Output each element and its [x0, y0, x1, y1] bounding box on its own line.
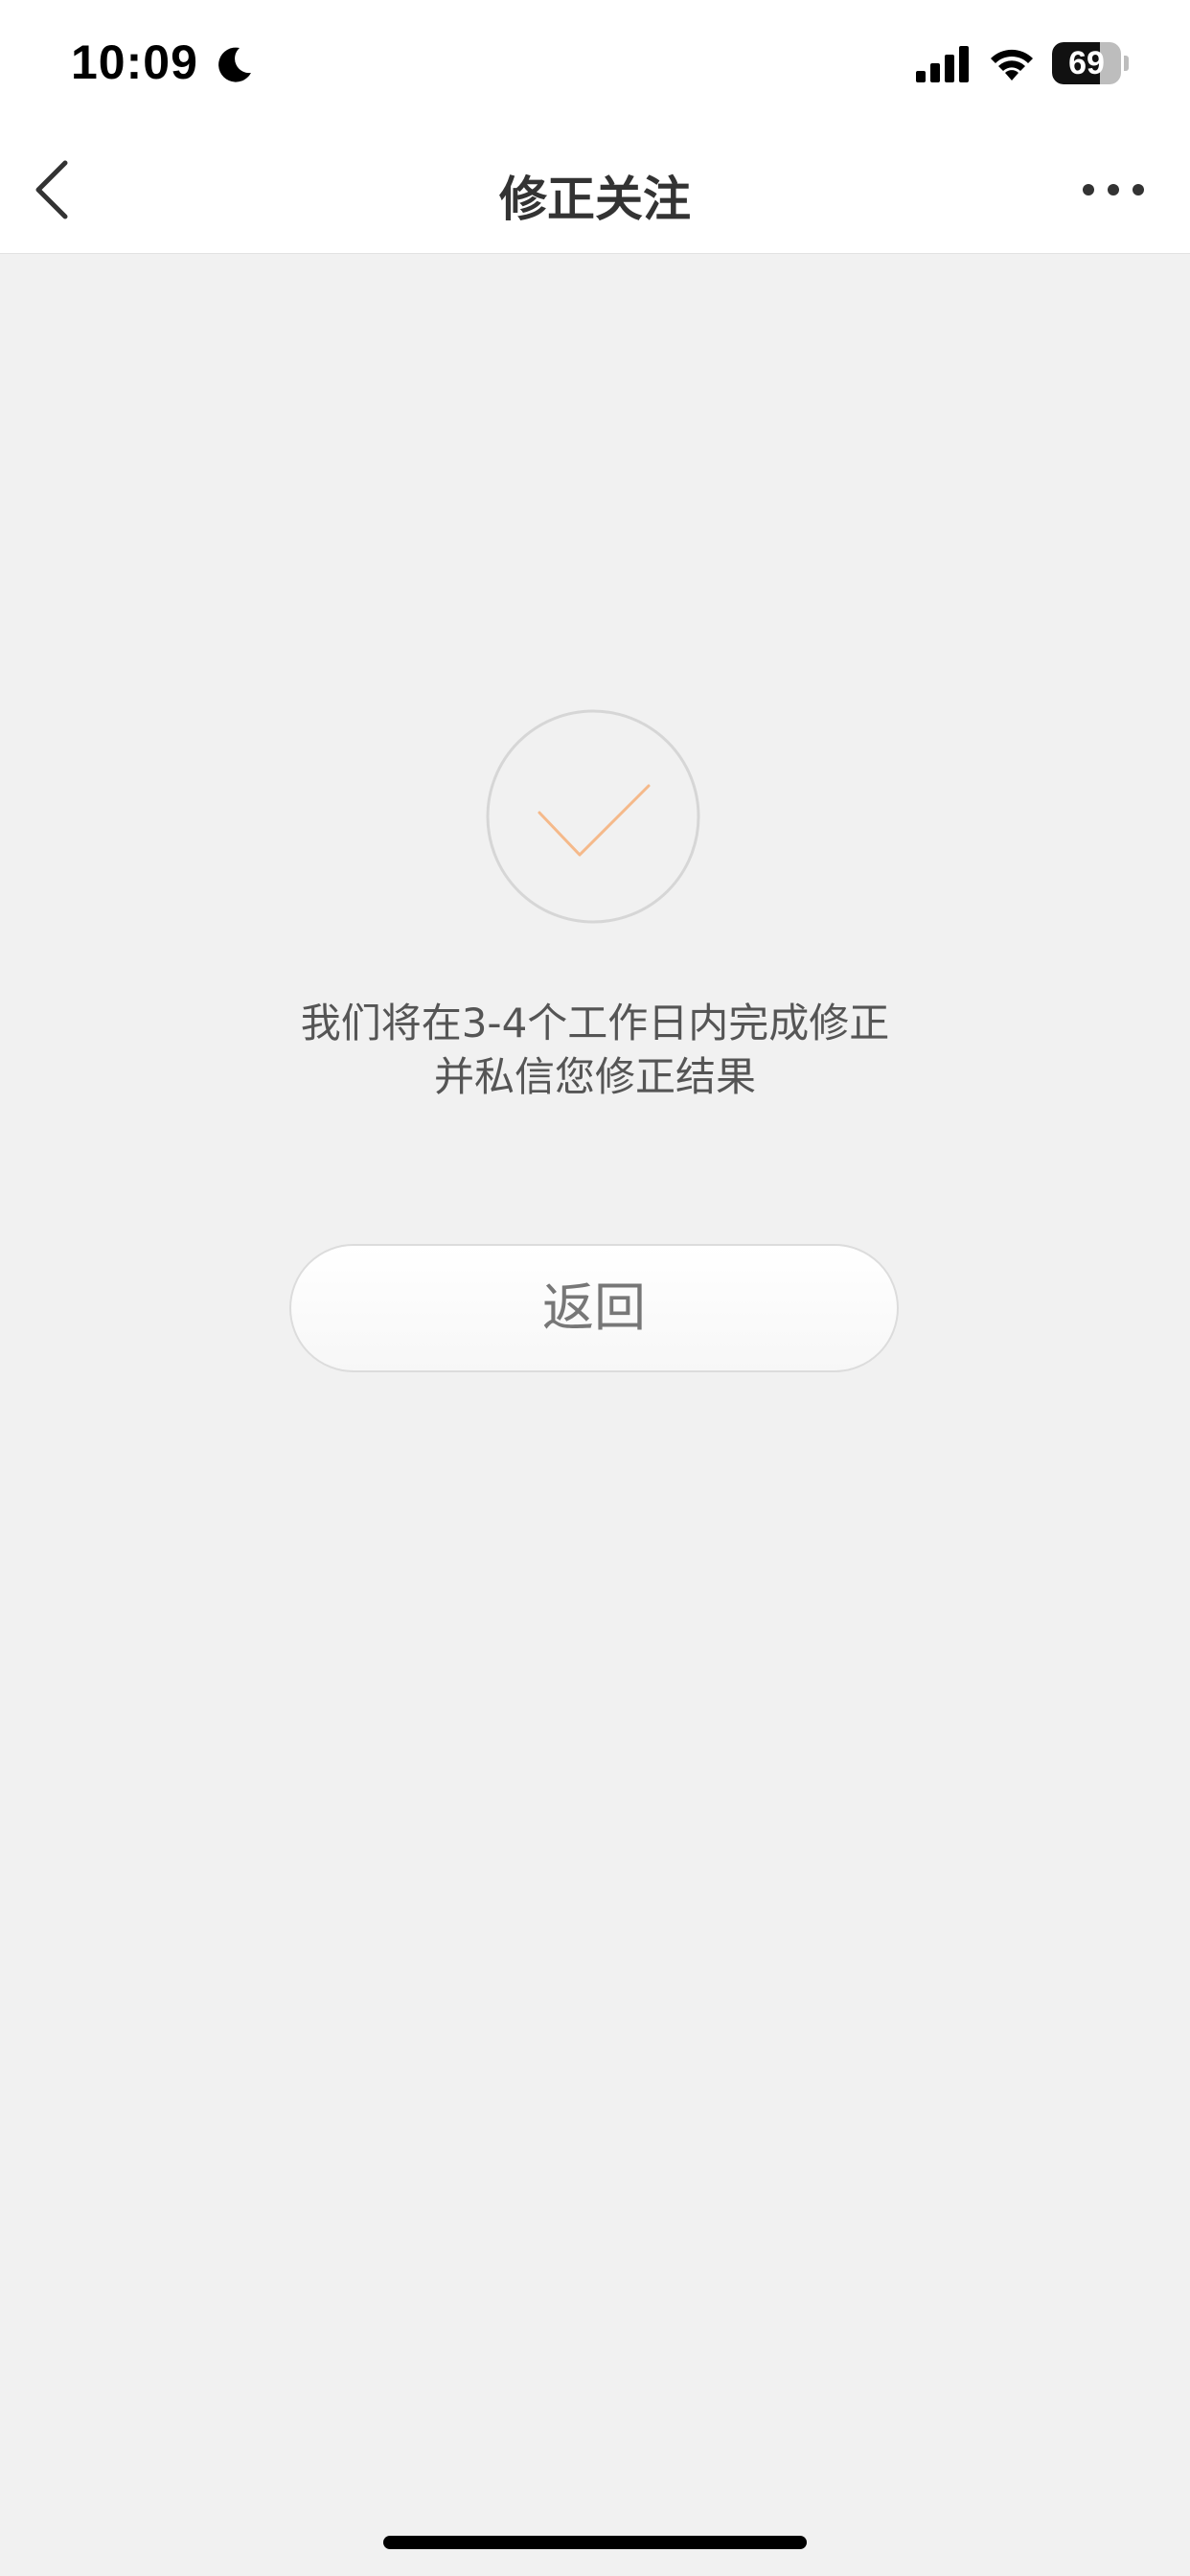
page-title: 修正关注 — [499, 172, 691, 227]
wifi-icon — [991, 49, 1033, 80]
status-bar: 10:09 69 — [0, 0, 1190, 126]
moon-icon — [218, 47, 251, 82]
success-check-icon — [486, 709, 700, 924]
battery-level: 69 — [1068, 45, 1105, 81]
return-button[interactable]: 返回 — [289, 1244, 899, 1372]
more-dots-icon — [1083, 184, 1144, 196]
confirmation-message: 我们将在3-4个工作日内完成修正 并私信您修正结果 — [0, 997, 1190, 1104]
home-indicator[interactable] — [383, 2536, 807, 2549]
screen: 10:09 69 修正关注 我们将在3-4个工作日内完成修正 并私信您修正结果 … — [0, 0, 1190, 2576]
signal-icon — [916, 46, 969, 82]
nav-bar: 修正关注 — [0, 126, 1190, 254]
status-time: 10:09 — [71, 35, 198, 89]
more-button[interactable] — [1073, 161, 1159, 218]
battery-icon: 69 — [1052, 42, 1129, 84]
message-line-1: 我们将在3-4个工作日内完成修正 — [300, 1000, 890, 1046]
message-line-2: 并私信您修正结果 — [433, 1053, 756, 1100]
